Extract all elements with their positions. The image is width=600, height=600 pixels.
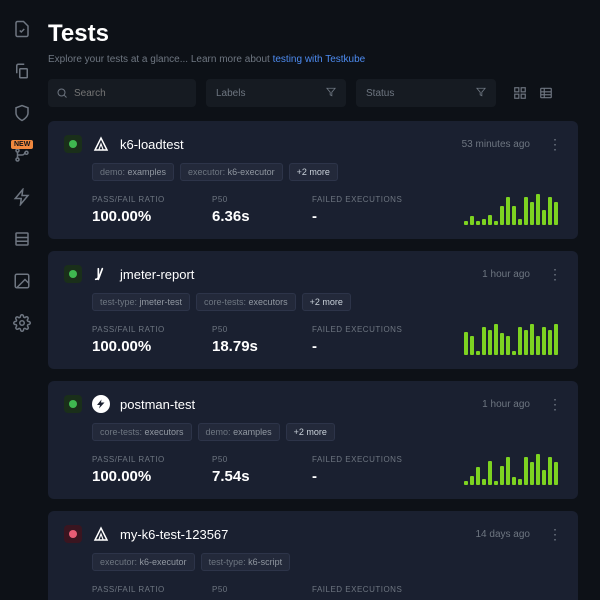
search-input[interactable] [48,79,196,107]
k6-icon [92,135,110,153]
more-menu-icon[interactable]: ⋮ [548,397,562,411]
tag-more[interactable]: +2 more [286,423,335,441]
list-view-button[interactable] [536,79,556,107]
sparkline [464,193,562,225]
test-name: postman-test [120,397,195,412]
tag-more[interactable]: +2 more [289,163,338,181]
test-name: jmeter-report [120,267,194,282]
metric-label: P50 [212,195,312,204]
metric-label: P50 [212,585,312,594]
jmeter-icon [92,265,110,283]
branch-icon[interactable]: NEW [13,146,31,164]
more-menu-icon[interactable]: ⋮ [548,527,562,541]
tag: test-type: k6-script [201,553,291,571]
p50-value: 6.36s [212,208,312,225]
metric-label: PASS/FAIL RATIO [92,455,212,464]
metric-label: PASS/FAIL RATIO [92,585,212,594]
new-badge: NEW [11,140,33,149]
metric-label: FAILED EXECUTIONS [312,195,442,204]
subtitle-link[interactable]: testing with Testkube [273,54,366,65]
k6-icon [92,525,110,543]
tag: test-type: jmeter-test [92,293,190,311]
list-icon[interactable] [13,230,31,248]
test-card[interactable]: my-k6-test-123567 14 days ago ⋮ executor… [48,511,578,600]
more-menu-icon[interactable]: ⋮ [548,137,562,151]
bolt-icon[interactable] [13,188,31,206]
postman-icon [92,395,110,413]
tag: executor: k6-executor [92,553,195,571]
metric-label: PASS/FAIL RATIO [92,195,212,204]
failed-value: - [312,468,442,485]
status-indicator [64,265,82,283]
copy-icon[interactable] [13,62,31,80]
more-menu-icon[interactable]: ⋮ [548,267,562,281]
shield-icon[interactable] [13,104,31,122]
test-name: k6-loadtest [120,137,184,152]
file-icon[interactable] [13,20,31,38]
status-indicator [64,395,82,413]
status-indicator [64,525,82,543]
status-indicator [64,135,82,153]
test-list: k6-loadtest 53 minutes ago ⋮ demo: examp… [48,121,600,600]
metric-label: PASS/FAIL RATIO [92,325,212,334]
test-card[interactable]: postman-test 1 hour ago ⋮ core-tests: ex… [48,381,578,499]
metric-label: FAILED EXECUTIONS [312,585,442,594]
filters-bar: Labels Status [48,79,600,107]
subtitle: Explore your tests at a glance... Learn … [48,54,600,65]
status-filter[interactable]: Status [356,79,496,107]
tag: core-tests: executors [196,293,296,311]
tag: demo: examples [92,163,174,181]
grid-view-button[interactable] [510,79,530,107]
test-name: my-k6-test-123567 [120,527,228,542]
main-content: Tests Explore your tests at a glance... … [44,0,600,600]
search-icon [56,86,68,98]
filter-icon [326,87,336,100]
test-card[interactable]: k6-loadtest 53 minutes ago ⋮ demo: examp… [48,121,578,239]
failed-value: - [312,208,442,225]
p50-value: 18.79s [212,338,312,355]
metric-label: FAILED EXECUTIONS [312,325,442,334]
tag: executor: k6-executor [180,163,283,181]
tag: core-tests: executors [92,423,192,441]
sparkline [464,453,562,485]
time-ago: 53 minutes ago [462,139,530,150]
settings-icon[interactable] [13,314,31,332]
image-icon[interactable] [13,272,31,290]
labels-filter[interactable]: Labels [206,79,346,107]
pass-fail-value: 100.00% [92,338,212,355]
time-ago: 14 days ago [476,529,531,540]
filter-icon [476,87,486,100]
tag-more[interactable]: +2 more [302,293,351,311]
tag: demo: examples [198,423,280,441]
metric-label: P50 [212,455,312,464]
page-title: Tests [48,20,600,48]
sparkline [464,323,562,355]
metric-label: P50 [212,325,312,334]
failed-value: - [312,338,442,355]
sparkline [558,583,562,600]
pass-fail-value: 100.00% [92,468,212,485]
metric-label: FAILED EXECUTIONS [312,455,442,464]
sidebar: NEW [0,0,44,600]
pass-fail-value: 100.00% [92,208,212,225]
time-ago: 1 hour ago [482,399,530,410]
time-ago: 1 hour ago [482,269,530,280]
p50-value: 7.54s [212,468,312,485]
test-card[interactable]: jmeter-report 1 hour ago ⋮ test-type: jm… [48,251,578,369]
